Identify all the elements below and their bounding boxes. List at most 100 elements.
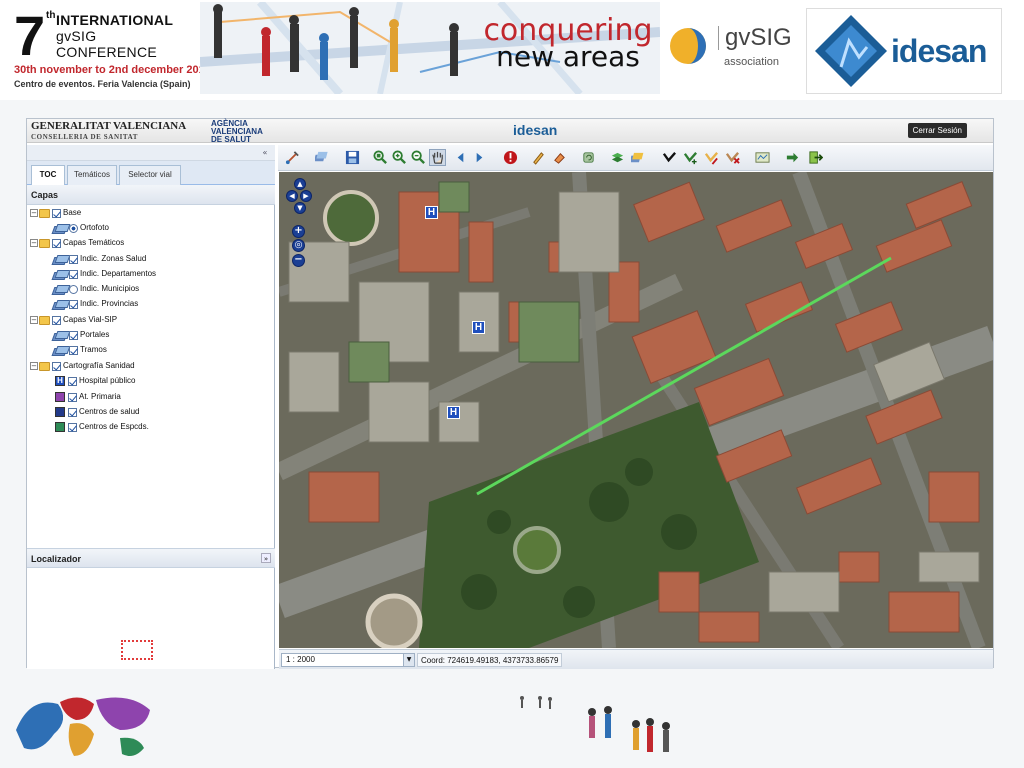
scale-value: 1 : 2000 (286, 655, 315, 664)
layer-checkbox[interactable] (69, 269, 78, 279)
tree-node-label: Base (63, 208, 82, 217)
world-map-illustration (16, 697, 150, 756)
edit-erase-icon[interactable] (551, 149, 568, 166)
layer-checkbox[interactable] (68, 376, 77, 386)
layer-checkbox[interactable] (52, 361, 61, 371)
tree-node-cartografia-sanidad[interactable]: − Cartografía Sanidad (30, 359, 135, 373)
tree-node-tramos[interactable]: Tramos (53, 343, 107, 357)
tree-node-label: Capas Vial-SIP (63, 315, 118, 324)
zoom-out-icon[interactable] (410, 149, 427, 166)
generalitat-logo-line1: GENERALITAT VALENCIANA (31, 120, 187, 132)
layer-icon (53, 300, 67, 309)
tree-node-indic-provincias[interactable]: Indic. Provincias (53, 297, 138, 311)
hospital-marker[interactable]: H (447, 406, 460, 419)
tree-node-centros-de-espcds[interactable]: Centros de Espcds. (55, 420, 149, 434)
layer-checkbox[interactable] (69, 345, 78, 355)
capas-header: Capas (27, 185, 275, 205)
collapse-panel-icon[interactable]: « (259, 147, 271, 158)
export-icon[interactable] (784, 149, 801, 166)
measure-tool-icon[interactable] (284, 149, 301, 166)
layer-checkbox[interactable] (52, 315, 61, 325)
map-viewport[interactable]: ▲ ◀ ▶ ▼ + ◎ − H H H (279, 172, 993, 648)
gvsig-logo-text: gvSIG (718, 26, 792, 50)
tree-node-capas-vial-sip[interactable]: − Capas Vial-SIP (30, 313, 117, 327)
tree-node-hospital-publico[interactable]: H Hospital público (55, 374, 135, 388)
edit-pencil-icon[interactable] (530, 149, 547, 166)
tree-node-centros-de-salud[interactable]: Centros de salud (55, 405, 139, 419)
route-select-icon[interactable] (661, 149, 678, 166)
previous-view-icon[interactable] (452, 149, 469, 166)
tree-node-indic-municipios[interactable]: Indic. Municipios (53, 282, 139, 296)
tree-node-portales[interactable]: Portales (53, 328, 109, 342)
layer-icon (53, 224, 67, 233)
overview-extent-box[interactable] (121, 640, 153, 660)
scale-select[interactable]: 1 : 2000 ▼ (281, 653, 415, 667)
tab-selector-vial[interactable]: Selector vial (119, 165, 181, 185)
pan-left-icon[interactable]: ◀ (286, 190, 298, 202)
health-center-symbol-icon (55, 407, 65, 417)
localizador-header: Localizador » (27, 548, 275, 568)
zoom-in-icon[interactable] (391, 149, 408, 166)
layer-checkbox[interactable] (69, 299, 78, 309)
layer-tool-icon[interactable] (314, 149, 331, 166)
tree-node-label: Centros de Espcds. (79, 422, 149, 431)
layers-add-icon[interactable] (609, 149, 626, 166)
collapse-toggle-icon[interactable]: − (30, 239, 38, 247)
collapse-toggle-icon[interactable]: − (30, 316, 38, 324)
localizador-collapse-icon[interactable]: » (261, 553, 271, 563)
tree-node-ortofoto[interactable]: Ortofoto (53, 221, 109, 235)
route-edit-icon[interactable] (703, 149, 720, 166)
layer-radio[interactable] (69, 284, 78, 294)
refresh-icon[interactable] (580, 149, 597, 166)
pan-down-icon[interactable]: ▼ (294, 202, 306, 214)
route-delete-icon[interactable] (724, 149, 741, 166)
layer-checkbox[interactable] (68, 392, 77, 402)
next-view-icon[interactable] (471, 149, 488, 166)
layers-stack-icon[interactable] (630, 149, 647, 166)
layer-icon (53, 346, 67, 355)
tab-toc[interactable]: TOC (31, 165, 65, 186)
tree-node-indic-zonas-salud[interactable]: Indic. Zonas Salud (53, 252, 146, 266)
folder-icon (39, 238, 50, 248)
tree-node-label: Indic. Municipios (80, 284, 140, 293)
layer-icon (53, 285, 67, 294)
collapse-toggle-icon[interactable]: − (30, 362, 38, 370)
zoom-in-map-button[interactable]: + (292, 225, 305, 238)
layer-checkbox[interactable] (69, 330, 78, 340)
exit-icon[interactable] (807, 149, 824, 166)
collapse-toggle-icon[interactable]: − (30, 209, 38, 217)
tree-node-indic-departamentos[interactable]: Indic. Departamentos (53, 267, 156, 281)
specialty-center-symbol-icon (55, 422, 65, 432)
zoom-out-map-button[interactable]: − (292, 254, 305, 267)
logout-button[interactable]: Cerrar Sesión (907, 123, 967, 138)
zoom-world-icon[interactable]: ◎ (292, 239, 305, 252)
folder-icon (39, 208, 50, 218)
hospital-marker[interactable]: H (472, 321, 485, 334)
save-icon[interactable] (344, 149, 361, 166)
layer-checkbox[interactable] (68, 407, 77, 417)
conference-line-international: INTERNATIONAL (56, 12, 174, 28)
panel-tabs: TOC Temáticos Selector vial (27, 161, 275, 186)
coordinate-readout: Coord: 724619.49183, 4373733.86579 (417, 653, 563, 667)
zoom-full-icon[interactable] (372, 149, 389, 166)
pan-hand-icon[interactable] (429, 149, 446, 166)
left-panel: « TOC Temáticos Selector vial Capas − Bas… (27, 145, 275, 669)
hospital-marker[interactable]: H (425, 206, 438, 219)
info-icon[interactable] (502, 149, 519, 166)
tree-node-label: Hospital público (79, 376, 136, 385)
print-map-icon[interactable] (754, 149, 771, 166)
layer-radio[interactable] (69, 223, 78, 233)
tab-tematicos[interactable]: Temáticos (67, 165, 117, 185)
chevron-down-icon[interactable]: ▼ (403, 654, 414, 666)
tree-node-at-primaria[interactable]: At. Primaria (55, 390, 121, 404)
layer-checkbox[interactable] (52, 208, 61, 218)
route-add-icon[interactable] (682, 149, 699, 166)
layer-checkbox[interactable] (69, 254, 78, 264)
pan-up-icon[interactable]: ▲ (294, 178, 306, 190)
layer-checkbox[interactable] (52, 238, 61, 248)
tree-node-base[interactable]: − Base (30, 206, 81, 220)
aerial-imagery (279, 172, 993, 648)
tree-node-capas-tematicos[interactable]: − Capas Temáticos (30, 236, 124, 250)
pan-right-icon[interactable]: ▶ (300, 190, 312, 202)
layer-checkbox[interactable] (68, 422, 77, 432)
